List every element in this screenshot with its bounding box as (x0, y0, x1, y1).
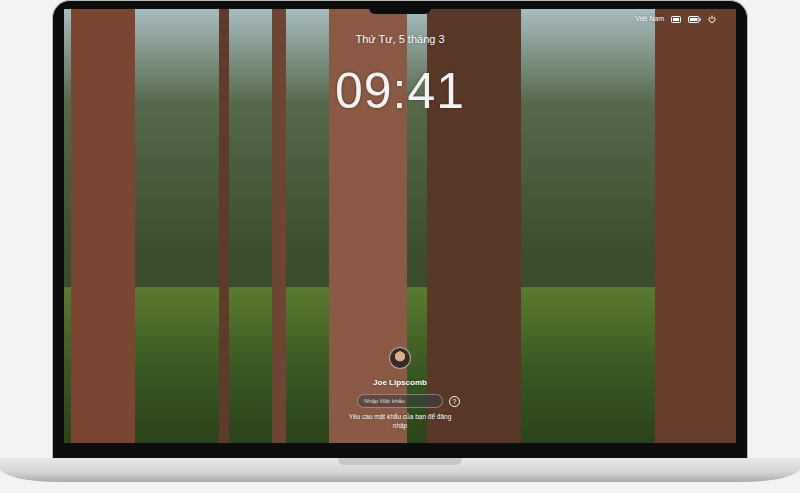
password-row: ? (340, 394, 460, 408)
password-field[interactable] (357, 394, 443, 408)
battery-icon[interactable] (688, 16, 701, 23)
spacer (340, 396, 351, 407)
power-icon[interactable] (708, 15, 716, 23)
laptop-lid: Việt Nam Thứ Tư, 5 tháng 3 (52, 0, 748, 458)
laptop-base (0, 458, 800, 493)
clock: 09:41 (335, 66, 465, 116)
input-source[interactable]: Việt Nam (635, 14, 664, 25)
camera-notch (369, 1, 431, 14)
screen: Việt Nam Thứ Tư, 5 tháng 3 (64, 9, 736, 443)
lock-screen: Việt Nam Thứ Tư, 5 tháng 3 (64, 9, 736, 443)
user-avatar[interactable] (389, 347, 411, 369)
laptop: Việt Nam Thứ Tư, 5 tháng 3 (0, 0, 800, 493)
user-name: Joe Lipscomb (373, 377, 427, 389)
base-deck (0, 458, 800, 482)
opening-notch (338, 458, 462, 465)
date-label: Thứ Tư, 5 tháng 3 (355, 31, 444, 48)
password-hint: Yêu cầu mật khẩu của bạn để đăng nhập (347, 413, 453, 431)
window-icon[interactable] (671, 16, 681, 23)
help-button[interactable]: ? (449, 396, 460, 407)
